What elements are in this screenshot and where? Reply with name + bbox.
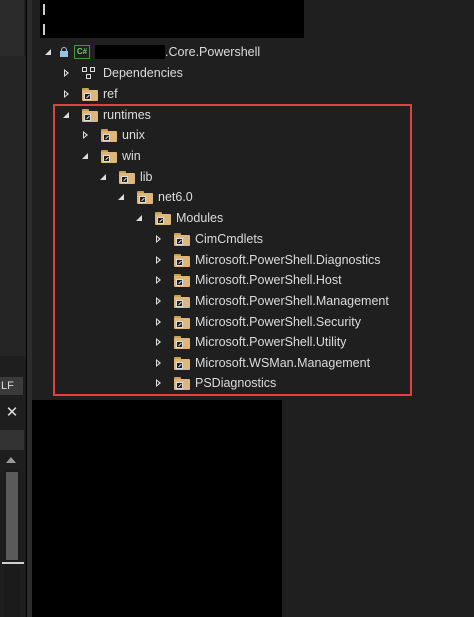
tree-item-label: lib [140, 170, 153, 184]
redacted-area [40, 0, 304, 38]
scrollbar-thumb[interactable] [6, 472, 18, 560]
tree-guide-line [43, 24, 45, 35]
tree-item-project[interactable]: C# .Core.Powershell [42, 42, 260, 62]
redacted-name [95, 45, 165, 59]
folder-link-icon [174, 273, 190, 287]
folder-link-icon [174, 356, 190, 370]
folder-link-icon [174, 315, 190, 329]
line-ending-indicator[interactable]: LF [0, 377, 23, 395]
module-item[interactable]: Microsoft.PowerShell.Host [152, 270, 342, 290]
collapsed-arrow-icon[interactable] [152, 335, 166, 349]
folder-link-icon [119, 170, 135, 184]
folder-link-icon [137, 190, 153, 204]
module-item[interactable]: Microsoft.PowerShell.Diagnostics [152, 250, 381, 270]
tree-item-ref[interactable]: ref [60, 84, 118, 104]
tree-item-label: win [122, 149, 141, 163]
tree-item-label: unix [122, 128, 145, 142]
tree-item-label: net6.0 [158, 190, 193, 204]
folder-link-icon [174, 335, 190, 349]
tree-guide-line [43, 4, 45, 15]
tree-item-label: Dependencies [103, 66, 183, 80]
folder-link-icon [101, 149, 117, 163]
scroll-up-icon[interactable] [6, 457, 16, 463]
module-item[interactable]: Microsoft.PowerShell.Utility [152, 332, 346, 352]
expanded-arrow-icon[interactable] [133, 211, 147, 225]
expanded-arrow-icon[interactable] [79, 149, 93, 163]
folder-link-icon [155, 211, 171, 225]
collapsed-arrow-icon[interactable] [152, 253, 166, 267]
folder-link-icon [82, 108, 98, 122]
module-item-label: PSDiagnostics [195, 376, 277, 390]
module-item[interactable]: PSDiagnostics [152, 373, 276, 393]
module-item[interactable]: Microsoft.PowerShell.Security [152, 312, 361, 332]
module-item-label: Microsoft.PowerShell.Diagnostics [195, 253, 381, 267]
tree-item-dependencies[interactable]: Dependencies [60, 63, 183, 83]
expanded-arrow-icon[interactable] [97, 170, 111, 184]
csharp-project-icon: C# [74, 45, 90, 59]
tree-item-lib[interactable]: lib [97, 167, 153, 187]
collapsed-arrow-icon[interactable] [152, 356, 166, 370]
module-item[interactable]: Microsoft.WSMan.Management [152, 353, 370, 373]
tree-item-label: Modules [176, 211, 224, 225]
folder-link-icon [174, 376, 190, 390]
module-item-label: Microsoft.WSMan.Management [195, 356, 371, 370]
panel-header [0, 430, 24, 450]
expanded-arrow-icon[interactable] [42, 45, 56, 59]
tree-item-win[interactable]: win [79, 146, 141, 166]
module-item-label: Microsoft.PowerShell.Host [195, 273, 342, 287]
tree-item-modules[interactable]: Modules [133, 208, 223, 228]
left-panel-top [0, 0, 24, 56]
tree-item-unix[interactable]: unix [79, 125, 145, 145]
folder-link-icon [174, 232, 190, 246]
collapsed-arrow-icon[interactable] [79, 128, 93, 142]
project-name: .Core.Powershell [165, 45, 261, 59]
collapsed-arrow-icon[interactable] [152, 232, 166, 246]
collapsed-arrow-icon[interactable] [152, 315, 166, 329]
module-item[interactable]: Microsoft.PowerShell.Management [152, 291, 389, 311]
tree-item-net[interactable]: net6.0 [115, 187, 193, 207]
close-icon[interactable]: ✕ [2, 403, 22, 423]
collapsed-arrow-icon[interactable] [152, 294, 166, 308]
module-item-label: Microsoft.PowerShell.Management [195, 294, 389, 308]
left-panel-body [0, 56, 26, 356]
module-item[interactable]: CimCmdlets [152, 229, 263, 249]
collapsed-arrow-icon[interactable] [60, 66, 74, 80]
folder-link-icon [174, 294, 190, 308]
dependencies-icon [82, 66, 98, 80]
tree-item-label: runtimes [103, 108, 151, 122]
lock-icon [60, 47, 68, 57]
folder-link-icon [82, 87, 98, 101]
module-item-label: Microsoft.PowerShell.Utility [195, 335, 347, 349]
left-side-panel: LF ✕ [0, 0, 26, 617]
collapsed-arrow-icon[interactable] [60, 87, 74, 101]
collapsed-arrow-icon[interactable] [152, 376, 166, 390]
tree-item-label: ref [103, 87, 118, 101]
module-item-label: CimCmdlets [195, 232, 264, 246]
folder-link-icon [101, 128, 117, 142]
folder-link-icon [174, 253, 190, 267]
expanded-arrow-icon[interactable] [60, 108, 74, 122]
scroll-marker [2, 562, 24, 564]
tree-item-runtimes[interactable]: runtimes [60, 105, 151, 125]
collapsed-arrow-icon[interactable] [152, 273, 166, 287]
module-item-label: Microsoft.PowerShell.Security [195, 315, 362, 329]
expanded-arrow-icon[interactable] [115, 190, 129, 204]
